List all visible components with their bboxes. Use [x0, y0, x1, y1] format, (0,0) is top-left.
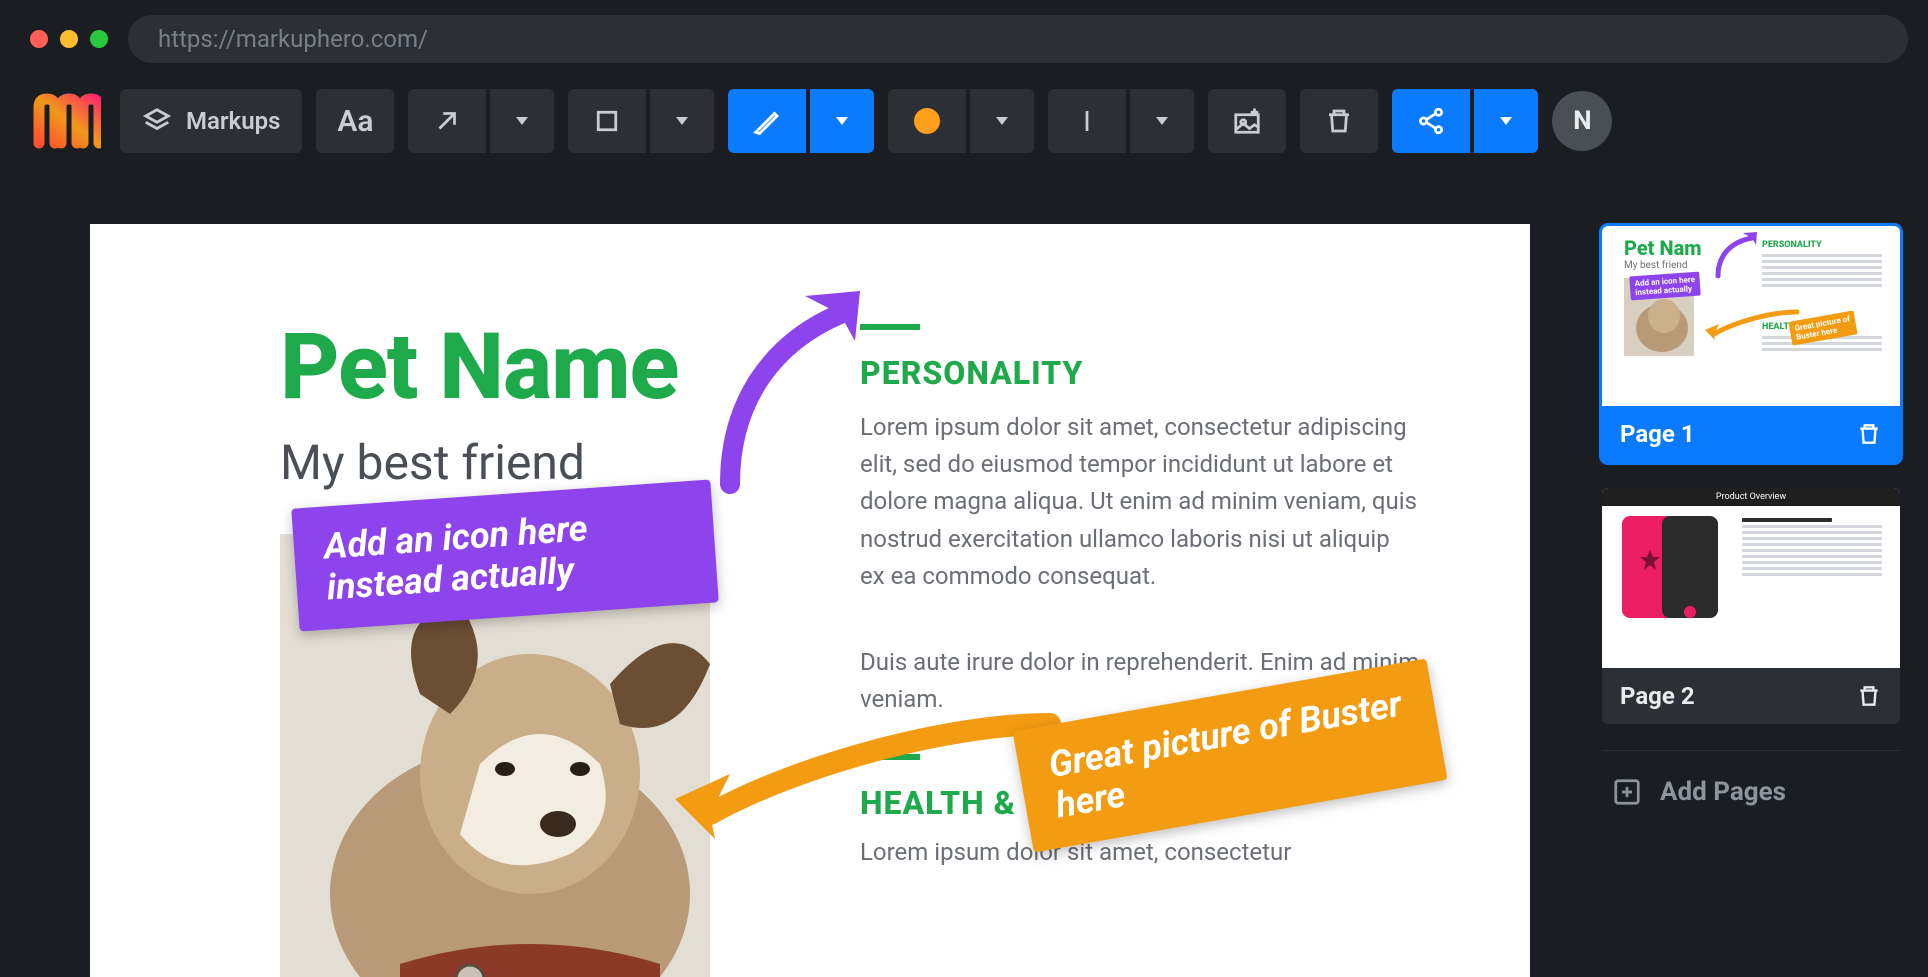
color-swatch-icon	[914, 108, 940, 134]
color-picker-group	[888, 89, 1034, 153]
insert-image-button[interactable]	[1208, 89, 1286, 153]
delete-button[interactable]	[1300, 89, 1378, 153]
annotation-arrow-purple[interactable]	[700, 284, 880, 504]
chevron-down-icon	[996, 117, 1008, 125]
share-button[interactable]	[1392, 89, 1470, 153]
color-picker-dropdown[interactable]	[970, 89, 1034, 153]
square-icon	[592, 106, 622, 136]
text-tool-button[interactable]: Aa	[316, 89, 394, 153]
line-icon	[1072, 106, 1102, 136]
page-1-label: Page 1	[1620, 420, 1695, 448]
page-thumbnail-1-bar: Page 1	[1602, 406, 1900, 462]
arrow-up-right-icon	[432, 106, 462, 136]
image-add-icon	[1232, 106, 1262, 136]
shape-tool-group	[568, 89, 714, 153]
pen-tool-dropdown[interactable]	[810, 89, 874, 153]
section-body-personality-1: Lorem ipsum dolor sit amet, consectetur …	[860, 409, 1420, 595]
line-tool-group	[1048, 89, 1194, 153]
url-text: https://markuphero.com/	[158, 25, 428, 53]
line-tool-button[interactable]	[1048, 89, 1126, 153]
browser-chrome: https://markuphero.com/	[0, 0, 1928, 78]
chevron-down-icon	[676, 117, 688, 125]
pen-icon	[752, 106, 782, 136]
section-heading-personality: PERSONALITY	[860, 354, 1083, 392]
plus-square-icon	[1612, 777, 1642, 807]
page-2-thumb-title: Product Overview	[1602, 488, 1900, 506]
trash-icon[interactable]	[1856, 421, 1882, 447]
trash-icon[interactable]	[1856, 683, 1882, 709]
canvas-area[interactable]: Pet Name My best friend	[0, 164, 1588, 977]
annotation-arrow-orange[interactable]	[650, 694, 1070, 864]
shape-tool-button[interactable]	[568, 89, 646, 153]
shape-tool-dropdown[interactable]	[650, 89, 714, 153]
page-thumbnail-2-preview: Product Overview	[1602, 488, 1900, 668]
doc-title: Pet Name	[280, 314, 678, 421]
document-page[interactable]: Pet Name My best friend	[90, 224, 1530, 977]
window-controls	[30, 30, 108, 48]
text-tool-label: Aa	[337, 104, 373, 139]
color-picker-button[interactable]	[888, 89, 966, 153]
arrow-tool-group	[408, 89, 554, 153]
share-button-group	[1392, 89, 1538, 153]
doc-subtitle: My best friend	[280, 434, 585, 491]
app-logo[interactable]	[26, 93, 106, 149]
pen-tool-group	[728, 89, 874, 153]
chevron-down-icon	[836, 117, 848, 125]
minimize-window-icon[interactable]	[60, 30, 78, 48]
trash-icon	[1324, 106, 1354, 136]
arrow-tool-button[interactable]	[408, 89, 486, 153]
page-thumbnail-1-preview: Pet Nam My best friend PERSONALITY HEALT…	[1602, 226, 1900, 406]
markups-label: Markups	[186, 107, 280, 135]
user-avatar[interactable]: N	[1552, 91, 1612, 151]
add-pages-button[interactable]: Add Pages	[1602, 750, 1900, 833]
layers-icon	[142, 106, 172, 136]
url-bar[interactable]: https://markuphero.com/	[128, 15, 1908, 63]
add-pages-label: Add Pages	[1660, 777, 1786, 807]
markups-button[interactable]: Markups	[120, 89, 302, 153]
page-thumbnail-2-bar: Page 2	[1602, 668, 1900, 724]
chevron-down-icon	[1156, 117, 1168, 125]
maximize-window-icon[interactable]	[90, 30, 108, 48]
page-2-label: Page 2	[1620, 682, 1695, 710]
page-thumbnail-1[interactable]: Pet Nam My best friend PERSONALITY HEALT…	[1602, 226, 1900, 462]
toolbar: Markups Aa	[0, 78, 1928, 164]
app-window: https://markuphero.com/ Markups Aa	[0, 0, 1928, 977]
share-icon	[1416, 106, 1446, 136]
pen-tool-button[interactable]	[728, 89, 806, 153]
user-initial: N	[1573, 106, 1591, 136]
share-dropdown[interactable]	[1474, 89, 1538, 153]
chevron-down-icon	[516, 117, 528, 125]
line-tool-dropdown[interactable]	[1130, 89, 1194, 153]
workspace: Pet Name My best friend	[0, 164, 1928, 977]
close-window-icon[interactable]	[30, 30, 48, 48]
page-thumbnail-2[interactable]: Product Overview Page 2	[1602, 488, 1900, 724]
chevron-down-icon	[1500, 117, 1512, 125]
annotation-note-purple-text: Add an icon here instead actually	[322, 507, 588, 609]
pages-panel: Pet Nam My best friend PERSONALITY HEALT…	[1588, 164, 1928, 977]
arrow-tool-dropdown[interactable]	[490, 89, 554, 153]
